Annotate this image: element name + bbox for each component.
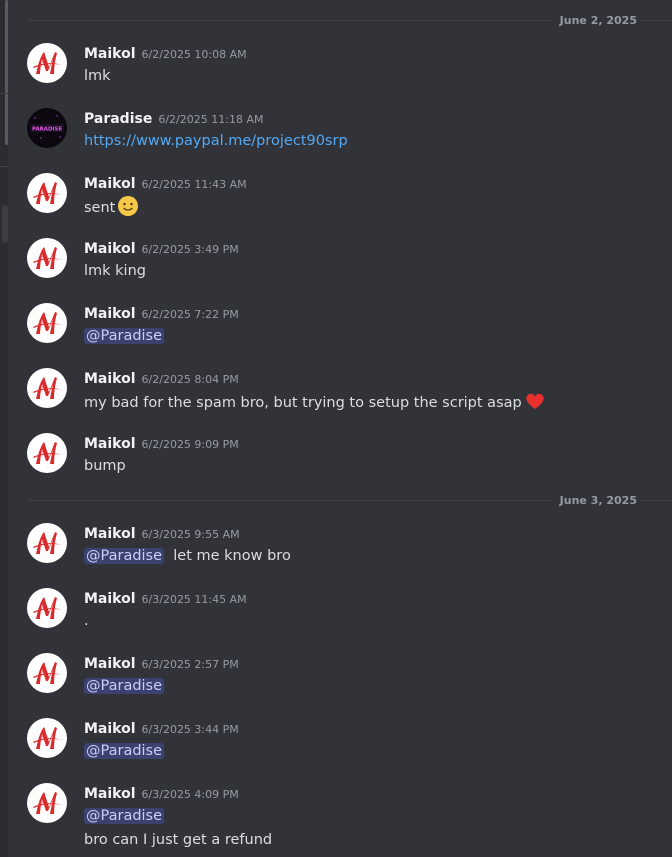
paradise-neon-logo-icon: PARADISE	[30, 115, 64, 139]
timestamp: 6/2/2025 11:43 AM	[141, 178, 247, 191]
date-divider: June 2, 2025	[28, 13, 672, 29]
rail-separator	[0, 166, 8, 167]
message-text: lmk king	[84, 263, 146, 279]
red-M-logo-icon	[33, 52, 62, 74]
avatar[interactable]	[27, 238, 67, 278]
user-mention[interactable]: @Paradise	[84, 808, 165, 824]
timestamp: 6/2/2025 10:08 AM	[141, 48, 247, 61]
timestamp: 6/3/2025 3:44 PM	[141, 723, 239, 736]
timestamp: 6/3/2025 2:57 PM	[141, 658, 239, 671]
date-divider-label: June 2, 2025	[551, 13, 641, 29]
timestamp: 6/3/2025 11:45 AM	[141, 593, 247, 606]
message-text: .	[84, 613, 89, 629]
avatar[interactable]	[27, 433, 67, 473]
red-M-logo-icon	[33, 377, 62, 399]
author-name[interactable]: Maikol	[84, 371, 136, 387]
user-mention[interactable]: @Paradise	[84, 678, 165, 694]
server-rail-edge	[0, 0, 8, 857]
avatar[interactable]	[27, 783, 67, 823]
date-divider-label: June 3, 2025	[551, 493, 641, 509]
user-mention[interactable]: @Paradise	[84, 548, 165, 564]
message-text: bro can I just get a refund	[84, 832, 273, 848]
avatar[interactable]	[27, 588, 67, 628]
message-text: bump	[84, 458, 126, 474]
avatar[interactable]	[27, 718, 67, 758]
author-name[interactable]: Maikol	[84, 526, 136, 542]
author-name[interactable]: Maikol	[84, 46, 136, 62]
timestamp: 6/2/2025 9:09 PM	[141, 438, 239, 451]
red-M-logo-icon	[33, 312, 62, 334]
author-name[interactable]: Maikol	[84, 591, 136, 607]
avatar[interactable]	[27, 303, 67, 343]
author-name[interactable]: Maikol	[84, 786, 136, 802]
timestamp: 6/2/2025 8:04 PM	[141, 373, 239, 386]
rail-separator	[0, 93, 8, 94]
message-text: lmk	[84, 68, 111, 84]
timestamp: 6/2/2025 3:49 PM	[141, 243, 239, 256]
user-mention[interactable]: @Paradise	[84, 743, 165, 759]
red-heart-icon	[525, 393, 544, 409]
red-M-logo-icon	[33, 247, 62, 269]
avatar[interactable]	[27, 368, 67, 408]
avatar[interactable]	[27, 653, 67, 693]
timestamp: 6/2/2025 11:18 AM	[158, 113, 264, 126]
paypal-link[interactable]: https://www.paypal.me/project90srp	[84, 133, 348, 149]
author-name[interactable]: Maikol	[84, 436, 136, 452]
timestamp: 6/3/2025 4:09 PM	[141, 788, 239, 801]
avatar[interactable]	[27, 523, 67, 563]
author-name[interactable]: Maikol	[84, 306, 136, 322]
date-divider: June 3, 2025	[28, 493, 672, 509]
message-text: let me know bro	[173, 548, 291, 564]
author-name[interactable]: Maikol	[84, 176, 136, 192]
author-name[interactable]: Maikol	[84, 721, 136, 737]
red-M-logo-icon	[33, 597, 62, 619]
message-list[interactable]: June 2, 2025 Maikol 6/2/2025 10:08 AM lmk…	[8, 0, 672, 857]
avatar[interactable]	[27, 173, 67, 213]
red-M-logo-icon	[33, 662, 62, 684]
user-mention[interactable]: @Paradise	[84, 328, 165, 344]
author-name[interactable]: Maikol	[84, 656, 136, 672]
red-M-logo-icon	[33, 442, 62, 464]
red-M-logo-icon	[33, 532, 62, 554]
message-text: my bad for the spam bro, but trying to s…	[84, 395, 522, 411]
timestamp: 6/2/2025 7:22 PM	[141, 308, 239, 321]
author-name[interactable]: Maikol	[84, 241, 136, 257]
avatar[interactable]	[27, 43, 67, 83]
author-name[interactable]: Paradise	[84, 111, 152, 127]
svg-text:PARADISE: PARADISE	[32, 127, 62, 133]
red-M-logo-icon	[33, 182, 62, 204]
avatar[interactable]: PARADISE	[27, 108, 67, 148]
timestamp: 6/3/2025 9:55 AM	[141, 528, 240, 541]
red-M-logo-icon	[33, 727, 62, 749]
red-M-logo-icon	[33, 792, 62, 814]
message-text: sent	[84, 200, 116, 216]
slightly-smiling-face-icon	[118, 196, 139, 216]
